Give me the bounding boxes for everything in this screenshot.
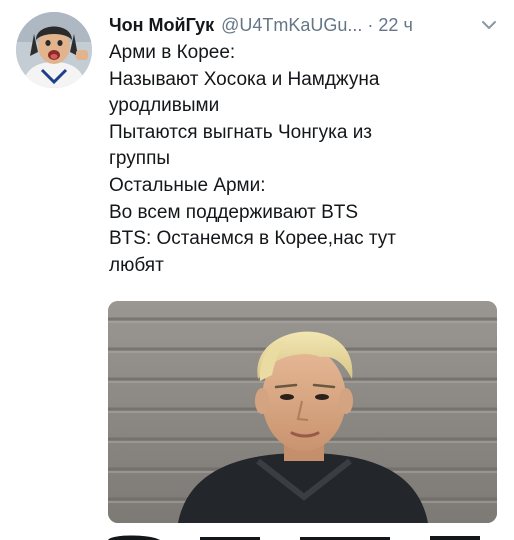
tweet-text-line: Называют Хосока и Намджуна <box>109 68 380 90</box>
tweet-text: Арми в Корее: Называют Хосока и Намджуна… <box>109 40 499 279</box>
tweet-header: Чон МойГук @U4TmKaUGu... · 22 ч <box>109 12 504 38</box>
photo-blond-man-icon <box>108 301 497 523</box>
tweet-media-photo[interactable] <box>108 301 497 523</box>
avatar[interactable] <box>16 12 92 88</box>
tweet-text-line: Остальные Арми: <box>109 174 266 196</box>
author-handle[interactable]: @U4TmKaUGu... <box>221 13 362 37</box>
tweet-text-line: уродливыми <box>109 95 220 117</box>
tweet-text-line: Во всем поддерживают BTS <box>109 201 359 223</box>
tweet-text-line: Пытаются выгнать Чонгука из <box>109 121 373 143</box>
tweet-text-line: BTS: Останемся в Корее,нас тут <box>109 228 396 250</box>
user-avatar-photo-icon <box>16 12 92 88</box>
chevron-down-icon[interactable] <box>480 17 498 33</box>
author-display-name[interactable]: Чон МойГук <box>109 13 214 37</box>
tweet-text-line: группы <box>109 148 171 170</box>
tweet[interactable]: Чон МойГук @U4TmKaUGu... · 22 ч Арми в К… <box>0 0 514 540</box>
tweet-text-line: любят <box>109 254 164 276</box>
tweet-timestamp[interactable]: 22 ч <box>378 13 412 37</box>
next-tweet-preview <box>0 534 514 540</box>
header-separator: · <box>367 15 374 35</box>
tweet-text-line: Арми в Корее: <box>109 42 236 63</box>
